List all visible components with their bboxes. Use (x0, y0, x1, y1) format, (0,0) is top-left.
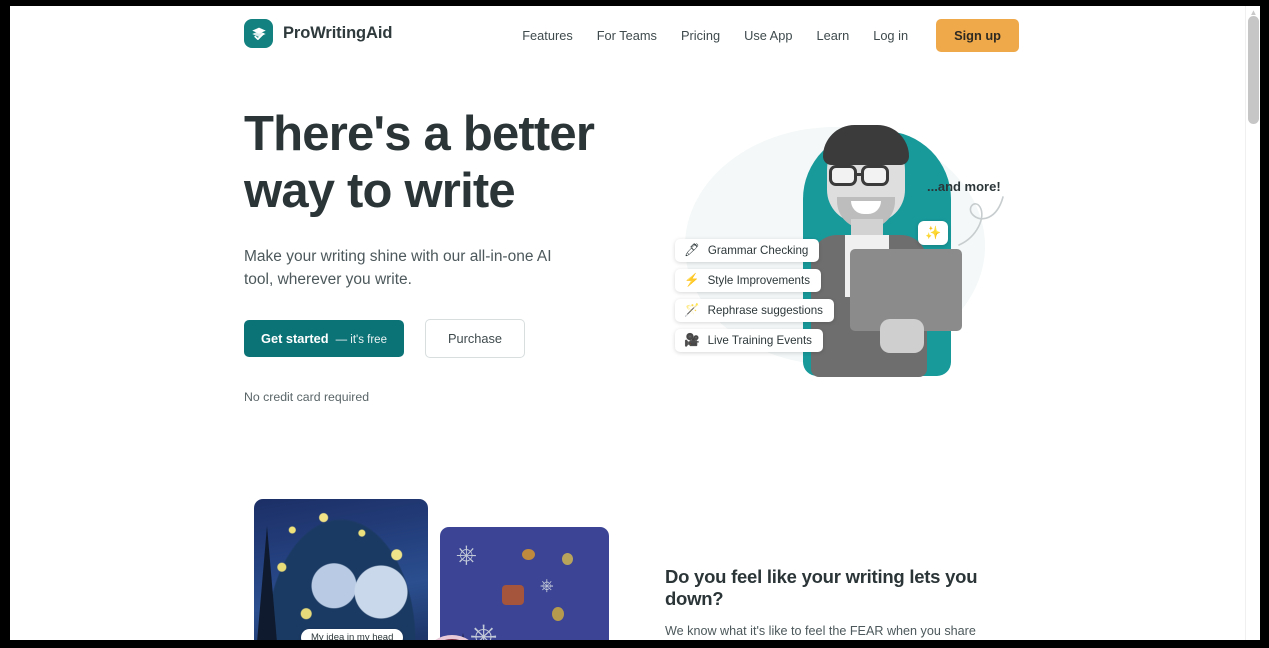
get-started-sublabel: — it's free (335, 334, 387, 346)
feature-chip-label: Live Training Events (707, 334, 812, 347)
magic-wand-icon: 🪄 (684, 303, 700, 318)
glasses-bridge (857, 173, 863, 176)
page-title: There's a better way to write (244, 106, 644, 220)
and-more-label: ...and more! (927, 179, 1001, 194)
feature-chip-style-improvements: ⚡ Style Improvements (675, 269, 822, 292)
sign-up-button[interactable]: Sign up (936, 19, 1019, 52)
hero-title-line-1: There's a better (244, 107, 595, 161)
site-header: ProWritingAid Features For Teams Pricing… (10, 6, 1245, 62)
browser-viewport: ProWritingAid Features For Teams Pricing… (10, 6, 1260, 640)
scrollbar-thumb[interactable] (1248, 16, 1259, 124)
glasses-right-lens (861, 165, 889, 186)
hero-content: There's a better way to write Make your … (244, 106, 644, 404)
primary-navigation: Features For Teams Pricing Use App Learn… (510, 19, 1019, 52)
hero-title-line-2: way to write (244, 164, 516, 218)
video-camera-icon: 🎥 (684, 333, 700, 348)
brand-name: ProWritingAid (283, 24, 393, 42)
idea-pill-label: My idea in my head (301, 629, 404, 640)
nav-item-for-teams[interactable]: For Teams (585, 20, 669, 51)
feature-chip-label: Grammar Checking (707, 244, 809, 257)
cypress-tree-shape (256, 526, 278, 640)
feature-chip-label: Rephrase suggestions (707, 304, 823, 317)
nav-item-use-app[interactable]: Use App (732, 20, 804, 51)
nav-item-learn[interactable]: Learn (804, 20, 861, 51)
lower-text-block: Do you feel like your writing lets you d… (665, 566, 1035, 640)
hero-illustration: 🖊 Grammar Checking ⚡ Style Improvements … (675, 101, 1025, 401)
sketch-card: ⎈ ⎈ ⎈ ⎈ (440, 527, 609, 640)
section-title: Do you feel like your writing lets you d… (665, 566, 978, 609)
hero-subtitle: Make your writing shine with our all-in-… (244, 248, 552, 288)
hand-shape (880, 319, 924, 353)
no-credit-card-note: No credit card required (244, 390, 370, 404)
purchase-button[interactable]: Purchase (424, 319, 526, 358)
brand-logo[interactable]: ProWritingAid (244, 19, 392, 48)
nav-item-log-in[interactable]: Log in (861, 20, 920, 51)
section-body: We know what it's like to feel the FEAR … (665, 624, 976, 638)
glasses-left-lens (829, 165, 857, 186)
curly-arrow-icon (958, 196, 1004, 246)
feature-chip-live-training-events: 🎥 Live Training Events (675, 329, 823, 352)
nav-item-features[interactable]: Features (510, 20, 585, 51)
vertical-scrollbar[interactable]: ▲ (1245, 6, 1260, 640)
quill-pen-icon: 🖊 (684, 243, 700, 258)
hero-cta-row: Get started — it's free Purchase (244, 319, 644, 358)
get-started-button[interactable]: Get started — it's free (244, 320, 404, 357)
feature-chip-rephrase-suggestions: 🪄 Rephrase suggestions (675, 299, 834, 322)
hair-shape (823, 125, 909, 165)
get-started-label: Get started (261, 331, 329, 346)
nav-item-pricing[interactable]: Pricing (669, 20, 732, 51)
lightning-bolt-icon: ⚡ (684, 273, 700, 288)
feature-chip-label: Style Improvements (707, 274, 811, 287)
stacked-pages-check-icon (244, 19, 273, 48)
starry-night-card: My idea in my head (254, 499, 428, 640)
feature-chip-grammar-checking: 🖊 Grammar Checking (675, 239, 820, 262)
